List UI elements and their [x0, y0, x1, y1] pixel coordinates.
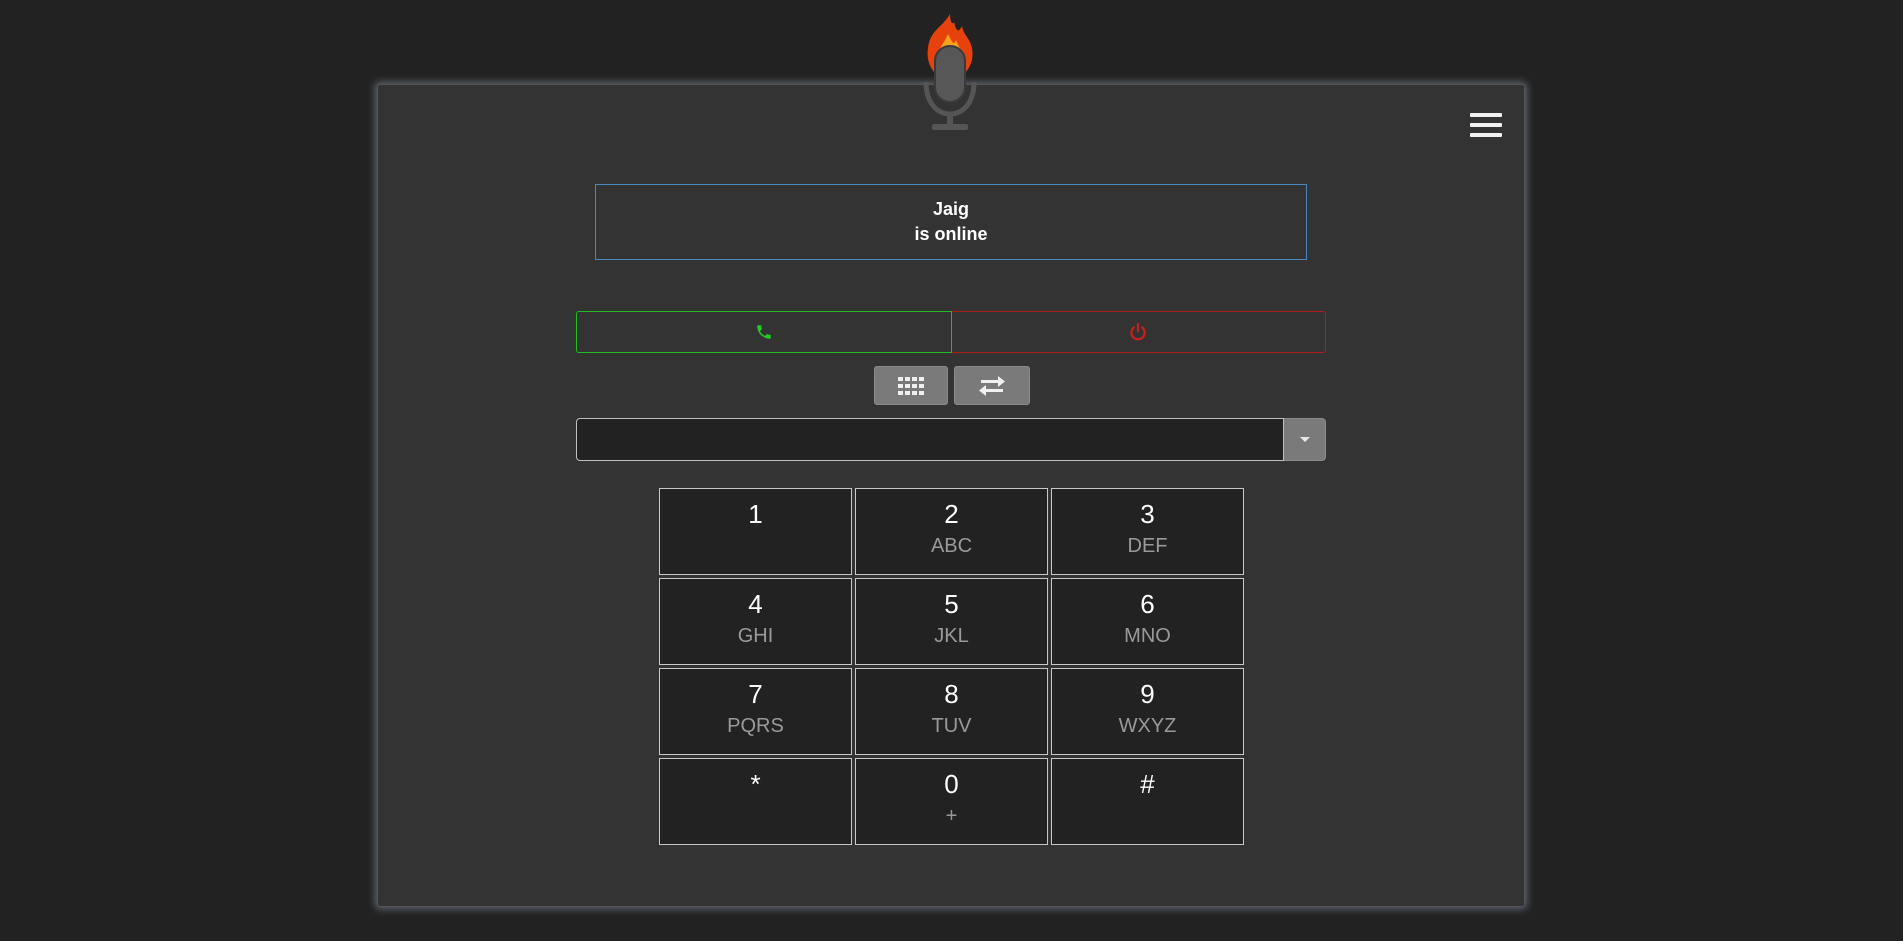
key-8[interactable]: 8 TUV	[855, 668, 1048, 755]
hamburger-menu-icon[interactable]	[1470, 113, 1502, 141]
contact-status: is online	[914, 224, 988, 244]
dial-history-dropdown[interactable]	[1284, 418, 1326, 461]
key-6[interactable]: 6 MNO	[1051, 578, 1244, 665]
power-icon	[1130, 323, 1146, 341]
key-0[interactable]: 0 +	[855, 758, 1048, 845]
transfer-arrows-icon	[979, 375, 1005, 396]
key-1[interactable]: 1	[659, 488, 852, 575]
keypad: 1 2 ABC 3 DEF 4 GHI 5 JKL 6 MNO 7 PQRS 8 TUV 9W…	[659, 488, 1245, 845]
keypad-grid-icon	[898, 376, 924, 395]
caret-down-icon	[1299, 437, 1310, 442]
key-4[interactable]: 4 GHI	[659, 578, 852, 665]
key-9[interactable]: 9 WXYZ	[1051, 668, 1244, 755]
transfer-button[interactable]	[954, 366, 1030, 405]
call-controls	[576, 311, 1326, 353]
call-button[interactable]	[576, 311, 952, 353]
hangup-button[interactable]	[951, 311, 1326, 353]
key-2[interactable]: 2 ABC	[855, 488, 1048, 575]
status-box: Jaig is online	[595, 184, 1307, 260]
flaming-microphone-logo	[923, 14, 977, 130]
dial-number-input[interactable]	[576, 418, 1284, 461]
key-star[interactable]: *	[659, 758, 852, 845]
contact-name: Jaig	[932, 199, 970, 219]
key-7[interactable]: 7 PQRS	[659, 668, 852, 755]
key-5[interactable]: 5 JKL	[855, 578, 1048, 665]
key-3[interactable]: 3 DEF	[1051, 488, 1244, 575]
phone-icon	[757, 325, 771, 339]
dial-input-group	[576, 418, 1326, 461]
key-hash[interactable]: #	[1051, 758, 1244, 845]
keypad-toggle-button[interactable]	[874, 366, 948, 405]
